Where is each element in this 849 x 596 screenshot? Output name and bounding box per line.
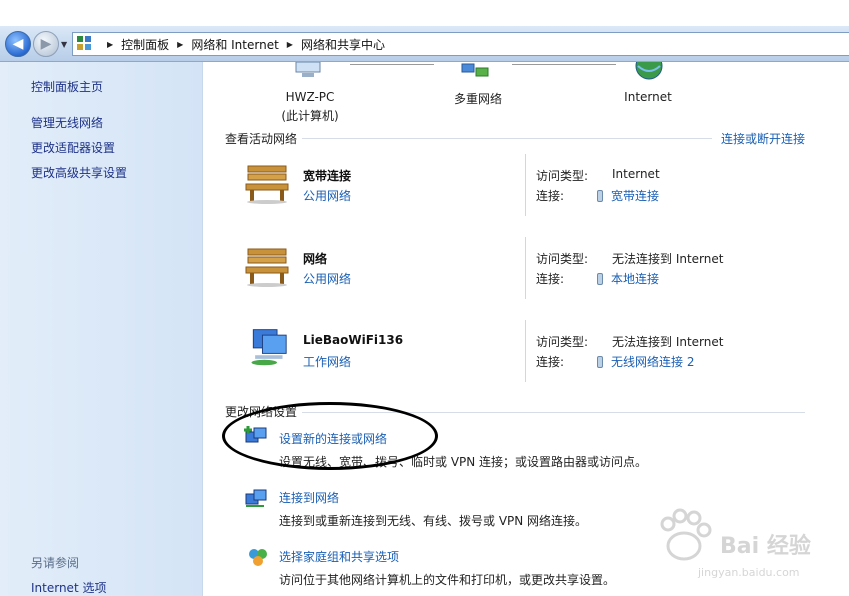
arrow-left-icon: ◀	[12, 36, 24, 52]
internet-label: Internet	[624, 90, 672, 104]
address-bar: ◀ ▶ ▼ ▶ 控制面板 ▶ 网络和 Internet ▶ 网络和共享中心	[0, 26, 849, 62]
active-networks-title: 查看活动网络	[225, 132, 298, 146]
sidebar-item-adapter-settings[interactable]: 更改适配器设置	[31, 139, 115, 156]
sidebar-item-manage-wireless[interactable]: 管理无线网络	[31, 114, 103, 131]
connection-plug-icon	[597, 273, 603, 285]
sidebar-item-advanced-sharing[interactable]: 更改高级共享设置	[31, 164, 127, 181]
connection-link[interactable]: 无线网络连接 2	[597, 353, 694, 370]
connection-link-label[interactable]: 宽带连接	[611, 189, 659, 203]
work-network-icon	[251, 329, 287, 366]
connection-link[interactable]: 宽带连接	[597, 187, 659, 204]
computer-sub: (此计算机)	[281, 109, 339, 123]
breadcrumb-control-panel[interactable]: 控制面板	[121, 36, 169, 53]
section-divider	[302, 138, 712, 139]
network-divider	[525, 237, 526, 299]
breadcrumb-separator[interactable]: ▶	[287, 40, 293, 49]
access-type-label: 访问类型:	[536, 252, 589, 266]
multiple-networks-label: 多重网络	[453, 92, 502, 106]
forward-button[interactable]: ▶	[33, 31, 59, 57]
access-type-value: Internet	[612, 167, 660, 181]
network-divider	[525, 320, 526, 382]
back-button[interactable]: ◀	[5, 31, 31, 57]
network-name: LieBaoWiFi136	[303, 333, 404, 347]
homegroup-icon	[249, 549, 267, 566]
connection-label: 连接:	[536, 355, 565, 369]
baidu-watermark: Bai 经验 jingyan.baidu.com	[650, 500, 830, 590]
breadcrumb[interactable]: ▶ 控制面板 ▶ 网络和 Internet ▶ 网络和共享中心	[72, 32, 849, 56]
map-connector-line	[350, 64, 434, 65]
connect-to-network-link[interactable]: 连接到网络	[279, 489, 339, 506]
network-type-link[interactable]: 公用网络	[303, 270, 351, 287]
multiple-networks-icon	[461, 63, 489, 77]
paw-icon	[660, 508, 712, 561]
sidebar-item-internet-options[interactable]: Internet 选项	[31, 579, 106, 596]
task-description: 连接到或重新连接到无线、有线、拨号或 VPN 网络连接。	[279, 514, 588, 528]
network-name: 网络	[303, 252, 328, 266]
breadcrumb-separator[interactable]: ▶	[177, 40, 183, 49]
network-name: 宽带连接	[303, 169, 352, 183]
connection-plug-icon	[597, 356, 603, 368]
connection-plug-icon	[597, 190, 603, 202]
computer-icon	[295, 62, 321, 77]
map-connector-line	[512, 64, 616, 65]
homegroup-sharing-link[interactable]: 选择家庭组和共享选项	[279, 548, 399, 565]
access-type-label: 访问类型:	[536, 169, 589, 183]
connection-link-label[interactable]: 无线网络连接 2	[611, 355, 694, 369]
bench-icon	[245, 248, 289, 287]
task-description: 访问位于其他网络计算机上的文件和打印机，或更改共享设置。	[279, 573, 616, 587]
network-type-link[interactable]: 工作网络	[303, 353, 351, 370]
globe-icon	[635, 62, 663, 80]
breadcrumb-network-sharing-center[interactable]: 网络和共享中心	[301, 36, 385, 53]
annotation-ellipse	[222, 402, 438, 470]
breadcrumb-network-internet[interactable]: 网络和 Internet	[191, 36, 278, 53]
network-type-link[interactable]: 公用网络	[303, 187, 351, 204]
sidebar-item-control-panel-home[interactable]: 控制面板主页	[31, 78, 103, 95]
recent-pages-dropdown[interactable]: ▼	[61, 40, 67, 49]
watermark-url: jingyan.baidu.com	[698, 566, 800, 579]
connect-network-icon	[245, 489, 267, 507]
connection-label: 连接:	[536, 189, 565, 203]
connection-link[interactable]: 本地连接	[597, 270, 659, 287]
bench-icon	[245, 165, 289, 204]
connection-link-label[interactable]: 本地连接	[611, 272, 659, 286]
connect-disconnect-link[interactable]: 连接或断开连接	[721, 130, 805, 147]
access-type-value: 无法连接到 Internet	[612, 252, 724, 266]
watermark-text: Bai 经验	[720, 534, 811, 559]
computer-name: HWZ-PC	[285, 90, 335, 104]
access-type-label: 访问类型:	[536, 335, 589, 349]
see-also-heading: 另请参阅	[31, 556, 80, 570]
arrow-right-icon: ▶	[40, 36, 52, 52]
breadcrumb-separator[interactable]: ▶	[107, 40, 113, 49]
sidebar: 控制面板主页 管理无线网络 更改适配器设置 更改高级共享设置 另请参阅 Inte…	[0, 62, 203, 596]
control-panel-icon	[77, 36, 93, 52]
access-type-value: 无法连接到 Internet	[612, 335, 724, 349]
network-divider	[525, 154, 526, 216]
connection-label: 连接:	[536, 272, 565, 286]
